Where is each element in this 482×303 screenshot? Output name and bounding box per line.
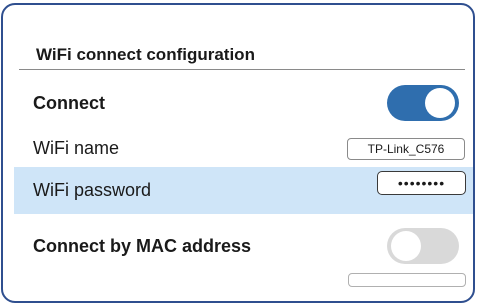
- wifi-name-label: WiFi name: [33, 138, 120, 158]
- wifi-name-row: WiFi name: [14, 128, 473, 167]
- connect-label: Connect: [33, 93, 105, 113]
- wifi-password-input[interactable]: [377, 171, 466, 195]
- mac-toggle-knob: [391, 231, 421, 261]
- wifi-name-input[interactable]: [347, 138, 465, 160]
- mac-label: Connect by MAC address: [33, 236, 252, 256]
- wifi-password-label: WiFi password: [33, 180, 152, 200]
- connect-row: Connect: [14, 73, 473, 128]
- mac-toggle[interactable]: [387, 228, 459, 264]
- mac-row: Connect by MAC address: [14, 214, 473, 287]
- config-panel: WiFi connect configuration Connect WiFi …: [1, 3, 475, 303]
- connect-toggle-knob: [425, 88, 455, 118]
- connect-toggle[interactable]: [387, 85, 459, 121]
- mac-address-field[interactable]: [348, 273, 466, 287]
- title-divider: [19, 69, 465, 70]
- panel-title: WiFi connect configuration: [36, 45, 255, 64]
- wifi-password-row: WiFi password: [14, 167, 473, 214]
